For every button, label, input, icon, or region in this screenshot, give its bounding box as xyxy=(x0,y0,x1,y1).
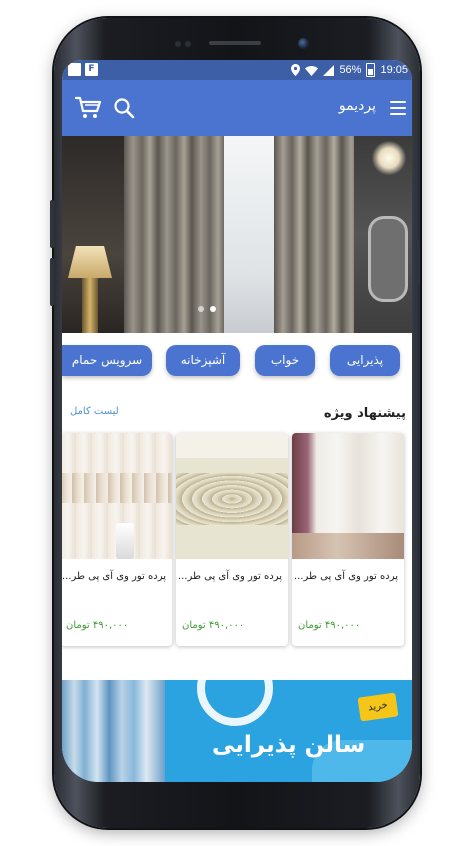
product-name: پرده تور وی آی پی طر... xyxy=(62,571,166,582)
banner-photo xyxy=(62,680,165,782)
clock: 19:05 xyxy=(380,64,408,76)
hero-window xyxy=(224,136,274,333)
slider-dot[interactable] xyxy=(198,306,204,312)
app-title: پردیمو xyxy=(338,98,376,114)
proximity-sensor xyxy=(175,41,181,47)
hero-curtain-right xyxy=(274,136,354,333)
status-right: 56% 19:05 xyxy=(291,63,408,77)
front-camera xyxy=(298,38,309,49)
product-name: پرده تور وی آی پی طر... xyxy=(293,571,398,582)
app-notification-icon: F xyxy=(85,63,98,76)
product-image-pattern xyxy=(176,473,288,525)
see-all-link[interactable]: لیست کامل xyxy=(70,406,119,417)
hero-curtain-left xyxy=(124,136,224,333)
hero-slider[interactable] xyxy=(62,136,412,333)
product-image-embroidery xyxy=(62,473,172,503)
category-chip-bedroom[interactable]: خواب xyxy=(255,345,315,376)
battery-icon xyxy=(366,63,376,77)
screen: F 56% 19:05 پردیمو پذیرایی خواب آشپزخانه… xyxy=(62,60,412,782)
hero-lamp-base xyxy=(82,278,98,333)
search-icon[interactable] xyxy=(113,97,135,119)
category-chip-kitchen[interactable]: آشپزخانه xyxy=(166,345,240,376)
product-price: ۴۹۰,۰۰۰ تومان xyxy=(66,620,129,631)
status-left: F xyxy=(68,63,98,76)
app-bar: پردیمو xyxy=(62,80,412,136)
banner-buy-badge[interactable]: خرید xyxy=(357,692,399,722)
volume-button xyxy=(50,258,54,306)
category-chip-bathroom[interactable]: سرویس حمام xyxy=(62,345,152,376)
earpiece-speaker xyxy=(209,41,261,45)
hero-mirror xyxy=(368,216,408,302)
product-price: ۴۹۰,۰۰۰ تومان xyxy=(182,620,245,631)
product-image-stand xyxy=(116,523,134,559)
signal-icon xyxy=(323,64,335,76)
wifi-icon xyxy=(305,65,319,76)
power-button xyxy=(416,240,420,284)
location-icon xyxy=(291,64,301,76)
product-price: ۴۹۰,۰۰۰ تومان xyxy=(298,620,361,631)
product-image-rug xyxy=(292,533,404,559)
status-bar: F 56% 19:05 xyxy=(62,60,412,80)
banner-arc xyxy=(197,680,273,726)
volume-button xyxy=(50,200,54,248)
slider-dot-active[interactable] xyxy=(210,306,216,312)
special-offers-title: پیشنهاد ویژه xyxy=(323,406,406,421)
category-chip-reception[interactable]: پذیرایی xyxy=(330,345,400,376)
proximity-sensor xyxy=(185,41,191,47)
product-card[interactable]: پرده تور وی آی پی طر... ۴۹۰,۰۰۰ تومان xyxy=(176,433,288,646)
menu-icon[interactable] xyxy=(390,101,406,115)
product-card[interactable]: پرده تور وی آی پی طر... ۴۹۰,۰۰۰ تومان xyxy=(292,433,404,646)
cart-icon[interactable] xyxy=(75,96,102,120)
banner-title: سالن پذیرایی xyxy=(212,732,366,758)
product-card[interactable]: پرده تور وی آی پی طر... ۴۹۰,۰۰۰ تومان xyxy=(62,433,172,646)
notification-icon xyxy=(68,63,81,76)
battery-percent: 56% xyxy=(339,64,362,76)
category-banner[interactable]: خرید سالن پذیرایی xyxy=(62,680,412,782)
product-name: پرده تور وی آی پی طر... xyxy=(177,571,282,582)
category-chips: پذیرایی خواب آشپزخانه سرویس حمام xyxy=(62,345,412,379)
hero-chandelier xyxy=(372,140,406,176)
